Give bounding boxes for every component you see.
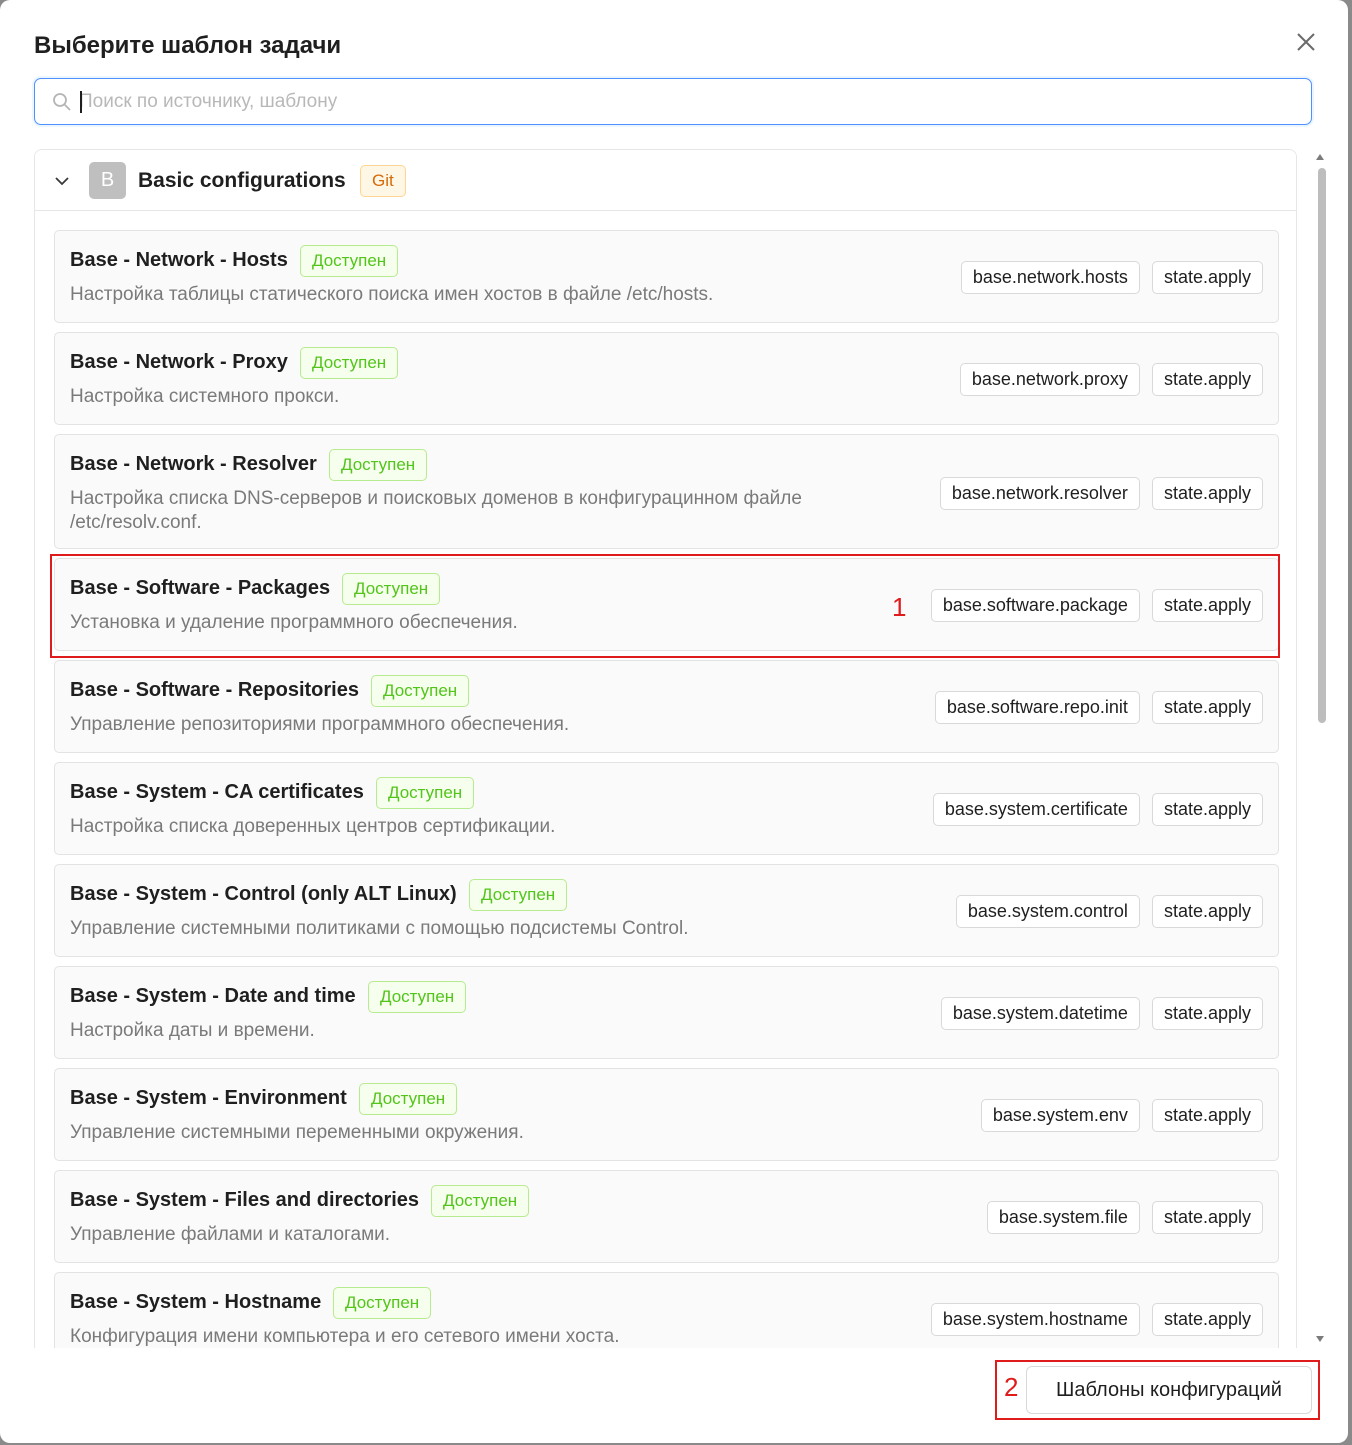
annotation-marker-1: 1	[892, 592, 907, 622]
template-title: Base - Network - Hosts	[70, 249, 288, 271]
status-badge: Доступен	[300, 245, 399, 277]
group-header[interactable]: B Basic configurations Git	[35, 150, 1296, 211]
scrollbar-thumb[interactable]	[1318, 168, 1326, 723]
template-card[interactable]: Base - System - Control (only ALT Linux)…	[54, 864, 1279, 957]
template-title: Base - Network - Resolver	[70, 453, 317, 475]
group-avatar: B	[89, 162, 126, 199]
annotation-marker-2: 2	[1004, 1372, 1019, 1402]
scroll-up-icon[interactable]	[1316, 154, 1324, 160]
function-tag: state.apply	[1151, 793, 1263, 826]
function-tag: state.apply	[1151, 589, 1263, 622]
template-tags: base.system.control state.apply	[955, 895, 1263, 928]
template-card[interactable]: Base - System - Files and directories Дос…	[54, 1170, 1279, 1263]
template-tags: base.network.hosts state.apply	[960, 261, 1263, 294]
function-tag: state.apply	[1151, 1201, 1263, 1234]
search-icon	[53, 93, 71, 111]
template-title: Base - System - CA certificates	[70, 781, 364, 803]
template-card[interactable]: Base - System - Date and time Доступен Нас…	[54, 966, 1279, 1059]
status-badge: Доступен	[359, 1083, 458, 1115]
function-tag: state.apply	[1151, 1303, 1263, 1336]
function-tag: state.apply	[1151, 477, 1263, 510]
template-card[interactable]: Base - System - Hostname Доступен Конфигур…	[54, 1272, 1279, 1348]
template-description: Настройка списка DNS-серверов и поисковы…	[70, 488, 802, 533]
status-badge: Доступен	[300, 347, 399, 379]
template-tags: base.system.env state.apply	[980, 1099, 1263, 1132]
template-tags: base.network.proxy state.apply	[959, 363, 1263, 396]
template-card[interactable]: Base - System - CA certificates Доступен Н…	[54, 762, 1279, 855]
template-description: Управление системными политиками с помощ…	[70, 918, 689, 939]
text-cursor	[80, 91, 82, 113]
state-name-tag: base.system.datetime	[940, 997, 1140, 1030]
template-description: Управление репозиториями программного об…	[70, 714, 570, 735]
dialog-title: Выберите шаблон задачи	[34, 32, 342, 59]
status-badge: Доступен	[469, 879, 568, 911]
state-name-tag: base.network.resolver	[939, 477, 1140, 510]
template-description: Настройка таблицы статического поиска им…	[70, 284, 714, 305]
group-name: Basic configurations	[138, 169, 346, 192]
template-list: B Basic configurations Git Base - Networ…	[34, 149, 1297, 1348]
status-badge: Доступен	[342, 573, 441, 605]
template-description: Управление системными переменными окруже…	[70, 1122, 524, 1143]
scrollbar[interactable]	[1313, 150, 1327, 1348]
template-tags: base.system.certificate state.apply	[932, 793, 1263, 826]
status-badge: Доступен	[333, 1287, 432, 1319]
template-tags: base.software.repo.init state.apply	[934, 691, 1263, 724]
template-tags: base.system.file state.apply	[986, 1201, 1263, 1234]
template-card[interactable]: Base - Software - Repositories Доступен Уп…	[54, 660, 1279, 753]
function-tag: state.apply	[1151, 261, 1263, 294]
template-description: Конфигурация имени компьютера и его сете…	[70, 1326, 620, 1347]
state-name-tag: base.system.env	[980, 1099, 1140, 1132]
template-tags: base.software.package state.apply	[930, 589, 1263, 622]
search-box[interactable]	[34, 78, 1312, 125]
status-badge: Доступен	[431, 1185, 530, 1217]
template-description: Настройка даты и времени.	[70, 1020, 315, 1041]
status-badge: Доступен	[368, 981, 467, 1013]
template-title: Base - Software - Packages	[70, 577, 331, 599]
template-title: Base - System - Control (only ALT Linux)	[70, 883, 457, 905]
status-badge: Доступен	[376, 777, 475, 809]
status-badge: Доступен	[371, 675, 470, 707]
function-tag: state.apply	[1151, 895, 1263, 928]
search-input[interactable]	[79, 85, 1279, 118]
template-tags: base.system.hostname state.apply	[930, 1303, 1263, 1336]
source-tag: Git	[360, 165, 406, 197]
state-name-tag: base.system.control	[955, 895, 1140, 928]
state-name-tag: base.software.package	[930, 589, 1140, 622]
template-description: Управление файлами и каталогами.	[70, 1224, 391, 1245]
function-tag: state.apply	[1151, 691, 1263, 724]
state-name-tag: base.network.hosts	[960, 261, 1140, 294]
template-tags: base.network.resolver state.apply	[939, 477, 1263, 510]
state-name-tag: base.software.repo.init	[934, 691, 1140, 724]
chevron-down-icon[interactable]	[53, 172, 71, 190]
template-title: Base - System - Hostname	[70, 1291, 322, 1313]
config-templates-button[interactable]: Шаблоны конфигураций	[1026, 1366, 1312, 1414]
status-badge: Доступен	[329, 449, 428, 481]
template-card[interactable]: Base - Software - Packages Доступен Устано…	[54, 558, 1279, 651]
function-tag: state.apply	[1151, 1099, 1263, 1132]
state-name-tag: base.system.hostname	[930, 1303, 1140, 1336]
template-title: Base - System - Date and time	[70, 985, 356, 1007]
template-title: Base - System - Environment	[70, 1087, 347, 1109]
close-icon[interactable]	[1292, 28, 1320, 56]
state-name-tag: base.system.file	[986, 1201, 1140, 1234]
template-card[interactable]: Base - Network - Resolver Доступен Настрой…	[54, 434, 1279, 549]
template-description: Настройка системного прокси.	[70, 386, 340, 407]
template-tags: base.system.datetime state.apply	[940, 997, 1263, 1030]
template-title: Base - Software - Repositories	[70, 679, 359, 701]
template-description: Настройка списка доверенных центров серт…	[70, 816, 556, 837]
scroll-down-icon[interactable]	[1316, 1336, 1324, 1342]
template-description: Установка и удаление программного обеспе…	[70, 612, 518, 633]
template-card[interactable]: Base - Network - Proxy Доступен Настройка …	[54, 332, 1279, 425]
state-name-tag: base.network.proxy	[959, 363, 1140, 396]
state-name-tag: base.system.certificate	[932, 793, 1140, 826]
template-card[interactable]: Base - Network - Hosts Доступен Настройка …	[54, 230, 1279, 323]
function-tag: state.apply	[1151, 363, 1263, 396]
template-card[interactable]: Base - System - Environment Доступен Управ…	[54, 1068, 1279, 1161]
template-dialog: Выберите шаблон задачи B Basic configura…	[0, 0, 1348, 1443]
template-title: Base - System - Files and directories	[70, 1189, 420, 1211]
template-title: Base - Network - Proxy	[70, 351, 288, 373]
function-tag: state.apply	[1151, 997, 1263, 1030]
